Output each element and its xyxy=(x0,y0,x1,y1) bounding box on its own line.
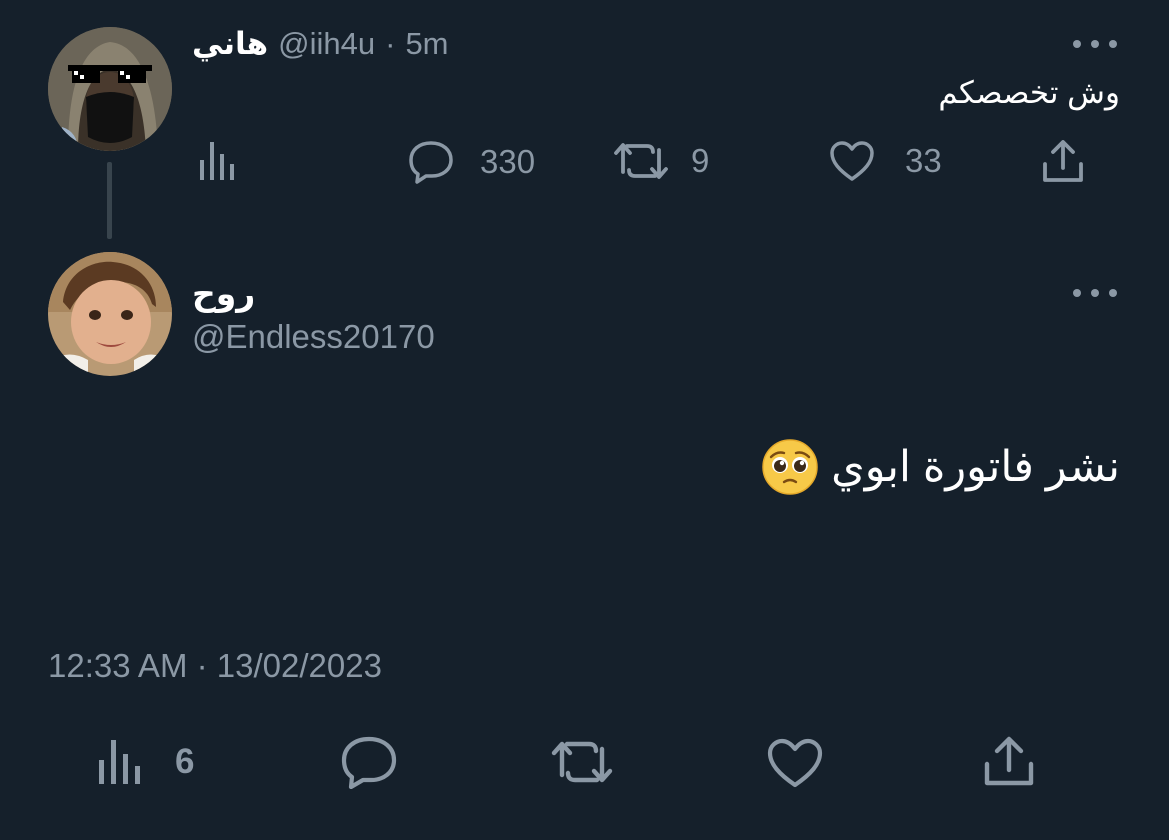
share-icon xyxy=(1043,140,1083,182)
retweet-button[interactable] xyxy=(550,737,614,787)
parent-handle[interactable]: @iih4u xyxy=(278,26,375,62)
pleading-face-icon xyxy=(762,439,818,495)
reply-tweet-text: نشر فاتورة ابوي xyxy=(831,443,1120,491)
analytics-icon xyxy=(99,740,140,784)
parent-time[interactable]: 5m xyxy=(405,26,448,62)
parent-tweet-text: وش تخصصكم xyxy=(938,75,1120,110)
reply-button[interactable]: 330 xyxy=(408,140,535,184)
reply-button[interactable] xyxy=(340,735,398,789)
more-options-icon[interactable] xyxy=(1073,286,1117,300)
time-separator: · xyxy=(385,26,396,61)
tweet-thread: هاني @iih4u · 5m وش تخصصكم 330 9 33 روح … xyxy=(0,0,1169,840)
reply-icon xyxy=(341,736,397,789)
share-button[interactable] xyxy=(1041,138,1085,184)
retweet-icon xyxy=(614,143,668,179)
reply-icon xyxy=(409,141,453,184)
parent-display-name[interactable]: هاني xyxy=(192,26,268,62)
avatar-reply-user[interactable] xyxy=(48,252,172,376)
share-button[interactable] xyxy=(982,734,1036,788)
heart-icon xyxy=(767,738,823,788)
reply-count: 330 xyxy=(480,143,536,180)
retweet-button[interactable]: 9 xyxy=(613,140,709,182)
views-button[interactable]: 6 xyxy=(97,738,194,786)
like-count: 33 xyxy=(905,142,942,179)
analytics-icon xyxy=(200,142,234,180)
parent-tweet-header: هاني @iih4u · 5m xyxy=(192,26,449,62)
avatar-parent-user[interactable] xyxy=(48,27,172,151)
heart-icon xyxy=(830,141,874,181)
retweet-icon xyxy=(551,741,613,783)
reply-handle[interactable]: @Endless20170 xyxy=(192,318,435,356)
share-icon xyxy=(984,736,1034,786)
reply-display-name[interactable]: روح xyxy=(192,274,255,313)
more-options-icon[interactable] xyxy=(1073,37,1117,51)
views-button[interactable] xyxy=(198,140,238,182)
reply-tweet-body: نشر فاتورة ابوي xyxy=(761,438,1120,496)
like-button[interactable] xyxy=(766,737,824,789)
views-count: 6 xyxy=(175,742,195,781)
reply-timestamp[interactable]: 12:33 AM · 13/02/2023 xyxy=(48,647,382,685)
like-button[interactable]: 33 xyxy=(829,140,942,182)
thread-connector-line xyxy=(107,162,112,239)
retweet-count: 9 xyxy=(691,142,710,179)
